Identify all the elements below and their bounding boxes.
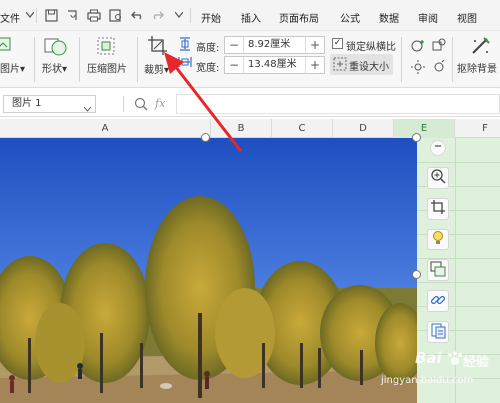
annotation-arrow <box>164 52 242 152</box>
zoom-in-icon <box>430 168 446 187</box>
replace-picture-button[interactable] <box>427 259 449 282</box>
menu-bar: 文件 开始 插入 页面布局 公式 数据 审阅 视图 <box>0 0 500 31</box>
print-preview-icon[interactable] <box>108 7 124 23</box>
name-box-value: 图片 1 <box>12 98 42 109</box>
column-header-f[interactable]: F <box>455 119 500 138</box>
print-icon[interactable] <box>86 7 102 23</box>
extract-text-button[interactable] <box>427 321 449 343</box>
document-icon <box>430 323 446 342</box>
rotate-icon[interactable] <box>411 38 427 55</box>
tab-view[interactable]: 视图 <box>457 10 477 25</box>
height-input[interactable]: 8.92厘米 <box>243 37 306 53</box>
tab-insert[interactable]: 插入 <box>241 10 261 25</box>
ginkgo-forest-picture[interactable] <box>0 138 417 403</box>
shape-button[interactable]: 形状▾ <box>42 60 67 75</box>
shape-icon <box>44 35 68 60</box>
paw-icon <box>447 351 463 370</box>
column-header-d[interactable]: D <box>333 119 394 138</box>
column-header: A B C D E F <box>0 119 500 138</box>
lightbulb-icon <box>430 230 446 249</box>
formula-bar: 图片 1 fx <box>0 91 500 117</box>
picture-button[interactable]: 图片▾ <box>0 60 25 75</box>
crop-icon <box>430 199 446 218</box>
menu-file[interactable]: 文件 <box>0 10 20 25</box>
collapse-toolbar-button[interactable] <box>430 140 446 156</box>
zoom-icon[interactable] <box>134 97 148 114</box>
remove-background-icon <box>470 35 492 60</box>
flip-icon[interactable] <box>432 38 446 55</box>
tab-review[interactable]: 审阅 <box>418 10 438 25</box>
compress-picture-icon <box>97 37 115 58</box>
redo-icon[interactable] <box>149 7 165 23</box>
smart-tools-button[interactable] <box>427 228 449 251</box>
column-header-e[interactable]: E <box>394 119 455 138</box>
link-icon <box>430 292 446 311</box>
picture-float-toolbar <box>426 140 450 352</box>
zoom-in-button[interactable] <box>427 166 449 189</box>
tab-home[interactable]: 开始 <box>201 10 221 25</box>
width-input[interactable]: 13.48厘米 <box>243 57 306 73</box>
save-icon[interactable] <box>43 7 59 23</box>
reset-size-label: 重设大小 <box>349 62 389 73</box>
compress-picture-button[interactable]: 压缩图片 <box>87 60 127 75</box>
undo-icon[interactable] <box>130 7 146 23</box>
name-box[interactable]: 图片 1 <box>3 95 96 113</box>
tab-formula[interactable]: 公式 <box>340 10 360 25</box>
ribbon-picture-tools: 图片▾ 形状▾ 压缩图片 裁剪▾ 高度: − 8.92厘米 + 宽度: − 13… <box>0 31 500 88</box>
resize-handle-right[interactable] <box>412 270 421 279</box>
lock-ratio-label: 锁定纵横比 <box>346 42 396 53</box>
height-increase-button[interactable]: + <box>306 37 324 53</box>
picture-swap-icon <box>430 261 446 280</box>
remove-background-button[interactable]: 抠除背景 <box>457 60 497 75</box>
crop-tool-button[interactable] <box>427 197 449 220</box>
baidu-jingyan-watermark: Bai 经验 jingyan.baidu.com <box>381 349 490 386</box>
effect-icon[interactable] <box>432 59 446 77</box>
lock-ratio-checkbox[interactable]: ✓ <box>332 38 343 49</box>
chevron-down-icon[interactable] <box>83 102 92 118</box>
picture-icon <box>0 36 12 55</box>
color-icon[interactable] <box>411 60 427 77</box>
resize-handle-top-right[interactable] <box>412 133 421 142</box>
tab-page-layout[interactable]: 页面布局 <box>279 10 319 25</box>
reset-size-button[interactable]: 重设大小 <box>330 54 393 75</box>
reset-size-icon <box>333 57 347 74</box>
tab-data[interactable]: 数据 <box>379 10 399 25</box>
export-pdf-icon[interactable] <box>64 7 80 23</box>
column-header-c[interactable]: C <box>272 119 333 138</box>
minus-circle-icon <box>433 141 443 154</box>
width-increase-button[interactable]: + <box>306 57 324 73</box>
customize-chevron-icon[interactable] <box>171 7 187 23</box>
link-button[interactable] <box>427 290 449 313</box>
